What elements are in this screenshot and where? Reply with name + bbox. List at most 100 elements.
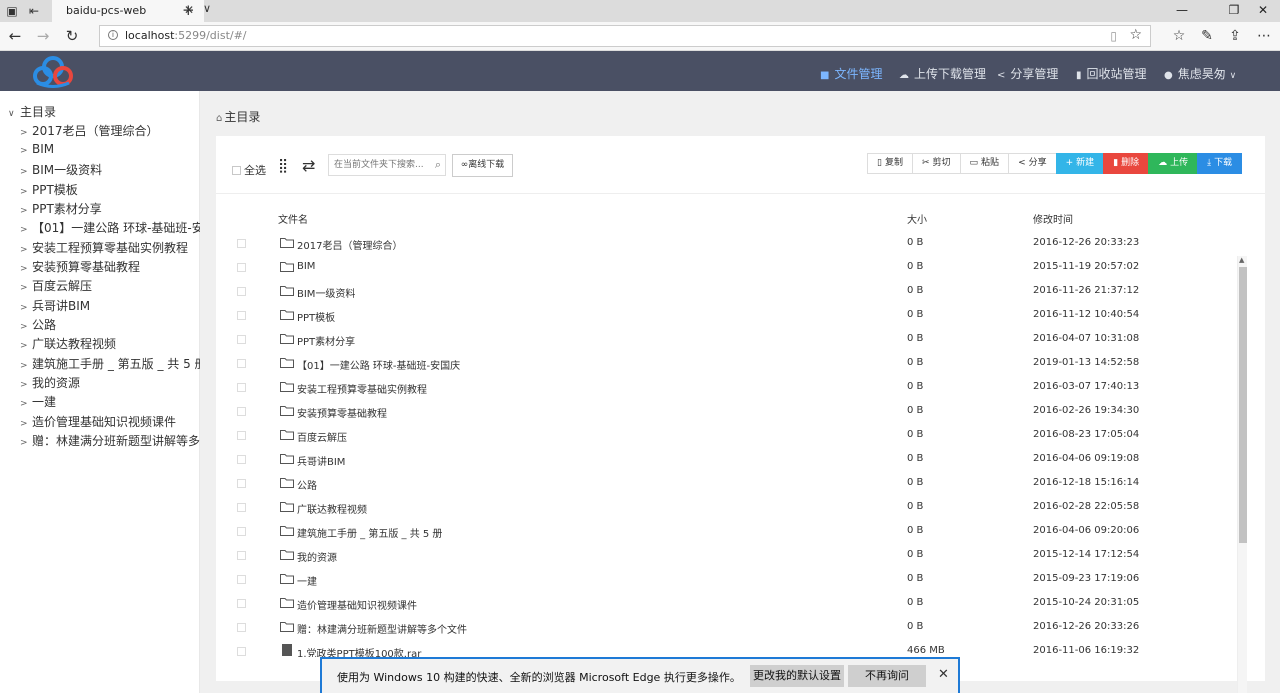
checkbox[interactable] [232, 166, 241, 175]
restore-icon[interactable]: ❐ [1224, 3, 1244, 17]
chevron-right-icon[interactable]: > [20, 419, 32, 429]
file-name[interactable]: 我的资源 [297, 549, 337, 564]
file-name[interactable]: 安装工程预算零基础实例教程 [297, 381, 427, 396]
row-checkbox[interactable] [237, 575, 246, 584]
nav-user-menu[interactable]: ● 焦虑昊匆 ∨ [1164, 65, 1236, 82]
table-row[interactable]: PPT素材分享 0 B 2016-04-07 10:31:08 [216, 328, 1236, 352]
tree-item[interactable]: >2017老吕（管理综合） [20, 122, 159, 139]
table-row[interactable]: 公路 0 B 2016-12-18 15:16:14 [216, 472, 1236, 496]
minimize-icon[interactable]: — [1172, 3, 1192, 17]
table-row[interactable]: 一建 0 B 2015-09-23 17:19:06 [216, 568, 1236, 592]
dont-ask-button[interactable]: 不再询问 [848, 665, 926, 687]
file-name[interactable]: 1.党政类PPT模板100款.rar [297, 645, 421, 657]
more-icon[interactable]: ⋯ [1254, 27, 1274, 45]
chevron-right-icon[interactable]: > [20, 146, 32, 156]
tab-manager-icon[interactable]: ▣ [4, 3, 20, 19]
tree-item[interactable]: > 安装预算零基础教程 [20, 258, 140, 275]
row-checkbox[interactable] [237, 527, 246, 536]
favorite-star-icon[interactable]: ☆ [1129, 27, 1142, 43]
chevron-right-icon[interactable]: > [20, 245, 32, 255]
baidu-cloud-logo-icon[interactable] [33, 54, 73, 88]
row-checkbox[interactable] [237, 311, 246, 320]
file-name[interactable]: BIM [297, 261, 315, 272]
swap-sort-icon[interactable]: ⇄ [302, 156, 315, 175]
file-name[interactable]: 造价管理基础知识视频课件 [297, 597, 417, 612]
table-row[interactable]: BIM 0 B 2015-11-19 20:57:02 [216, 256, 1236, 280]
search-icon[interactable]: ⌕ [435, 158, 441, 172]
chevron-right-icon[interactable]: > [20, 128, 32, 138]
window-close-icon[interactable]: ✕ [1253, 3, 1273, 17]
file-name[interactable]: 建筑施工手册 _ 第五版 _ 共 5 册 [297, 525, 442, 540]
file-name[interactable]: 【01】一建公路 环球-基础班-安国庆 [297, 357, 460, 372]
row-checkbox[interactable] [237, 383, 246, 392]
chevron-right-icon[interactable]: > [20, 264, 32, 274]
row-checkbox[interactable] [237, 287, 246, 296]
column-header-size[interactable]: 大小 [907, 211, 927, 226]
table-row[interactable]: BIM一级资料 0 B 2016-11-26 21:37:12 [216, 280, 1236, 304]
file-name[interactable]: 安装预算零基础教程 [297, 405, 387, 420]
tree-item[interactable]: > PPT素材分享 [20, 200, 102, 217]
chevron-right-icon[interactable]: > [20, 380, 32, 390]
table-row[interactable]: 建筑施工手册 _ 第五版 _ 共 5 册 0 B 2016-04-06 09:20:… [216, 520, 1236, 544]
row-checkbox[interactable] [237, 647, 246, 656]
row-checkbox[interactable] [237, 623, 246, 632]
file-name[interactable]: 公路 [297, 477, 317, 492]
tree-item[interactable]: > PPT模板 [20, 181, 78, 198]
nav-transfer-manage[interactable]: ☁ 上传下载管理 [899, 65, 986, 82]
chevron-right-icon[interactable]: > [20, 187, 32, 197]
table-row[interactable]: 1.党政类PPT模板100款.rar 466 MB 2016-11-06 16:19… [216, 640, 1236, 657]
tree-item[interactable]: > 【01】一建公路 环球-基础班-安国庆 [20, 219, 228, 236]
row-checkbox[interactable] [237, 359, 246, 368]
row-checkbox[interactable] [237, 239, 246, 248]
delete-button[interactable]: ▮ 删除 [1103, 153, 1150, 174]
set-aside-tabs-icon[interactable]: ⇤ [26, 3, 42, 19]
chevron-down-icon[interactable]: ∨ [203, 2, 211, 15]
url-field[interactable]: i localhost:5299/dist/#/ ▯ ☆ [99, 25, 1151, 47]
table-row[interactable]: 2017老吕（管理综合） 0 B 2016-12-26 20:33:23 [216, 232, 1236, 256]
scroll-up-icon[interactable]: ▲ [1239, 256, 1244, 264]
chevron-right-icon[interactable]: > [20, 167, 32, 177]
tree-item[interactable]: > 广联达教程视频 [20, 335, 116, 352]
file-name[interactable]: 百度云解压 [297, 429, 347, 444]
file-name[interactable]: BIM一级资料 [297, 285, 355, 300]
chevron-right-icon[interactable]: > [20, 283, 32, 293]
tree-item[interactable]: > 兵哥讲BIM [20, 297, 90, 314]
breadcrumb[interactable]: ⌂ 主目录 [216, 108, 260, 125]
upload-button[interactable]: ☁ 上传 [1148, 153, 1199, 174]
grid-view-icon[interactable]: ⣿ [278, 158, 288, 174]
copy-button[interactable]: ▯ 复制 [867, 153, 913, 174]
chevron-right-icon[interactable]: > [20, 341, 32, 351]
table-row[interactable]: 造价管理基础知识视频课件 0 B 2015-10-24 20:31:05 [216, 592, 1236, 616]
file-name[interactable]: PPT模板 [297, 309, 335, 324]
offline-download-button[interactable]: ∞离线下载 [452, 154, 513, 177]
scrollbar[interactable]: ▲ ▼ [1237, 256, 1247, 693]
tree-item[interactable]: > 我的资源 [20, 374, 80, 391]
chevron-right-icon[interactable]: > [20, 322, 32, 332]
table-row[interactable]: 我的资源 0 B 2015-12-14 17:12:54 [216, 544, 1236, 568]
search-input[interactable] [334, 158, 429, 172]
row-checkbox[interactable] [237, 599, 246, 608]
tree-item[interactable]: > 公路 [20, 316, 56, 333]
tree-item[interactable]: > 一建 [20, 393, 56, 410]
file-name[interactable]: 赠：林建满分班新题型讲解等多个文件 [297, 621, 467, 636]
row-checkbox[interactable] [237, 335, 246, 344]
chevron-right-icon[interactable]: > [20, 438, 32, 448]
cut-button[interactable]: ✂ 剪切 [911, 153, 961, 174]
table-row[interactable]: 【01】一建公路 环球-基础班-安国庆 0 B 2019-01-13 14:52:5… [216, 352, 1236, 376]
share-page-icon[interactable]: ⇪ [1225, 27, 1245, 45]
tree-item[interactable]: > 建筑施工手册 _ 第五版 _ 共 5 册 [20, 355, 207, 372]
tree-root[interactable]: ∨ 主目录 [8, 103, 56, 120]
back-arrow-icon[interactable]: ← [5, 27, 25, 45]
table-row[interactable]: 赠：林建满分班新题型讲解等多个文件 0 B 2016-12-26 20:33:26 [216, 616, 1236, 640]
file-name[interactable]: 兵哥讲BIM [297, 453, 345, 468]
tree-item[interactable]: > 安装工程预算零基础实例教程 [20, 239, 188, 256]
row-checkbox[interactable] [237, 503, 246, 512]
row-checkbox[interactable] [237, 263, 246, 272]
share-button[interactable]: < 分享 [1008, 153, 1057, 174]
row-checkbox[interactable] [237, 479, 246, 488]
chevron-right-icon[interactable]: > [20, 303, 32, 313]
reading-view-icon[interactable]: ▯ [1110, 29, 1117, 43]
nav-file-manage[interactable]: ■ 文件管理 [820, 65, 882, 82]
chevron-right-icon[interactable]: > [20, 225, 32, 235]
chevron-down-icon[interactable]: ∨ [8, 109, 20, 119]
